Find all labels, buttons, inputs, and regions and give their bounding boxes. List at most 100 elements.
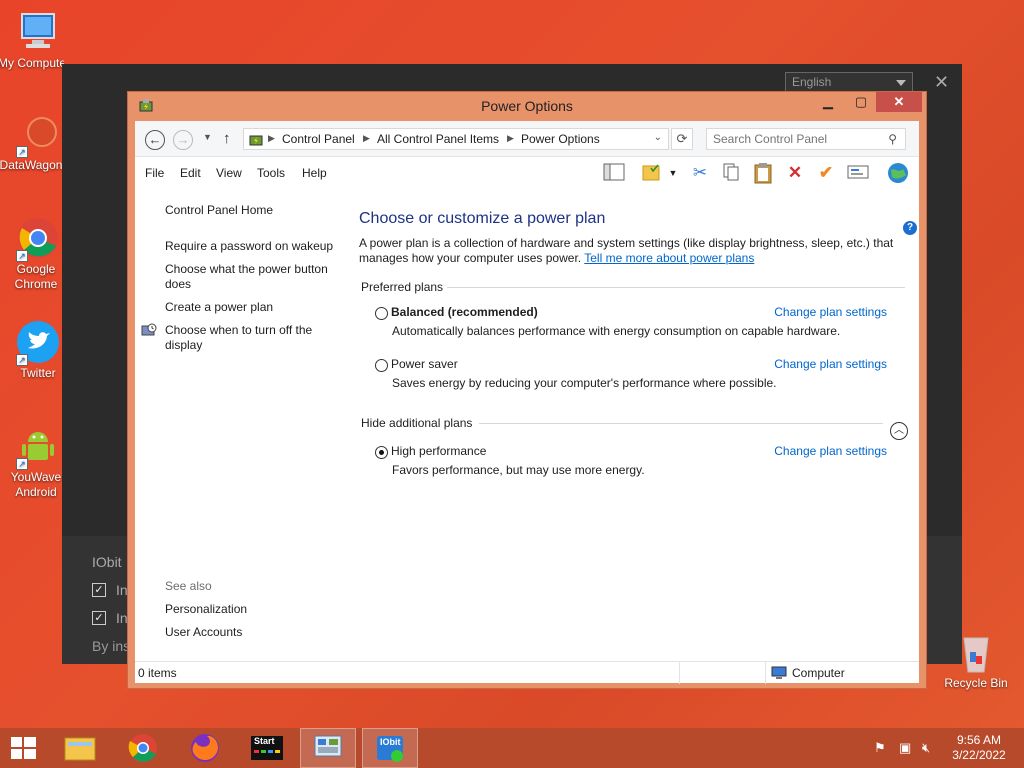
left-task-pane: Control Panel Home Require a password on… [135,189,345,659]
maximize-button[interactable]: ▢ [848,92,874,112]
desktop-icon-label: Google Chrome [14,262,58,291]
recent-locations-dropdown[interactable]: ▼ [203,132,212,142]
action-center-flag-icon[interactable]: ⚑ [874,740,886,756]
plan-desc-power-saver: Saves energy by reducing your computer's… [392,376,777,390]
divider [479,423,883,424]
clock-date: 3/22/2022 [952,748,1006,762]
delete-icon[interactable]: ✕ [783,162,807,184]
title-bar[interactable]: Power Options ▁ ▢ ✕ [128,92,926,120]
chevron-down-icon [896,80,906,86]
layout-pane-icon[interactable] [602,162,626,184]
taskbar-iobit[interactable]: IObit [362,728,418,768]
plan-name-balanced[interactable]: Balanced (recommended) [391,305,538,319]
close-button[interactable]: ✕ [876,92,922,112]
menu-view[interactable]: View [216,166,242,180]
learn-more-link[interactable]: Tell me more about power plans [584,251,754,265]
breadcrumb-all-items[interactable]: All Control Panel Items [377,132,499,146]
taskbar: Start IObit ⚑ ▣ 🔇︎ 9:56 AM 3/22/2022 [0,728,1024,768]
page-title: Choose or customize a power plan [359,210,606,227]
additional-plans-heading[interactable]: Hide additional plans [361,416,472,430]
taskbar-file-explorer[interactable] [52,728,108,768]
taskbar-clock[interactable]: 9:56 AM 3/22/2022 [944,733,1014,763]
create-power-plan-link[interactable]: Create a power plan [165,300,273,315]
item-count: 0 items [138,666,177,680]
navigation-bar: ← → ▼ ↑ ▶ Control Panel ▶ All Control Pa… [135,121,919,157]
breadcrumb-power-options[interactable]: Power Options [521,132,600,146]
check-icon[interactable]: ✔ [814,162,838,184]
properties-icon[interactable] [846,162,870,184]
android-icon: ↗ [16,424,60,470]
datawagon-icon: ↗ [16,112,60,158]
power-button-link[interactable]: Choose what the power button does [165,262,335,292]
chevron-down-icon[interactable]: ⌄ [654,132,662,143]
require-password-link[interactable]: Require a password on wakeup [165,239,333,254]
preferred-plans-heading: Preferred plans [361,280,444,294]
paste-icon[interactable] [751,162,775,184]
change-plan-settings-power-saver[interactable]: Change plan settings [774,357,887,371]
checkbox-2-label: In [116,610,128,626]
breadcrumb-separator-icon[interactable]: ▶ [268,133,275,144]
taskbar-chrome[interactable] [115,728,171,768]
iobit-section-title: IObit [92,554,122,570]
refresh-button[interactable]: ⟳ [671,128,693,150]
network-icon[interactable]: ▣ [899,740,911,756]
divider [765,662,766,684]
radio-balanced[interactable] [375,307,388,320]
plan-desc-balanced: Automatically balances performance with … [392,324,841,338]
control-panel-home-link[interactable]: Control Panel Home [165,203,273,218]
forward-button[interactable]: → [173,130,193,150]
shortcut-arrow-icon: ↗ [16,250,28,262]
menu-bar: File Edit View Tools Help ▼ ✂ ✕ ✔ [135,158,919,188]
control-panel-icon [248,132,264,148]
back-button[interactable]: ← [145,130,165,150]
desktop-icon-label: YouWave Android [10,470,62,499]
computer-small-icon [771,665,787,684]
collapse-chevron-icon[interactable]: ︿ [890,422,908,440]
language-select[interactable]: English [785,72,913,92]
breadcrumb-separator-icon[interactable]: ▶ [507,133,514,144]
main-content: Choose or customize a power plan A power… [359,189,909,659]
divider [447,287,905,288]
window-client-area: ← → ▼ ↑ ▶ Control Panel ▶ All Control Pa… [135,121,919,684]
checkbox-2[interactable]: ✓ [92,611,106,625]
personalization-link[interactable]: Personalization [165,602,247,617]
search-input[interactable] [713,129,883,149]
search-icon[interactable]: ⚲ [888,132,897,146]
copy-icon[interactable] [719,162,743,184]
close-icon[interactable]: ✕ [934,72,949,93]
minimize-button[interactable]: ▁ [815,92,841,112]
volume-muted-icon[interactable]: 🔇︎ [922,740,930,756]
plan-name-high-performance[interactable]: High performance [391,444,486,458]
radio-high-performance[interactable] [375,446,388,459]
menu-file[interactable]: File [145,166,164,180]
taskbar-start-app[interactable]: Start [240,728,296,768]
taskbar-control-panel[interactable] [300,728,356,768]
breadcrumb-separator-icon[interactable]: ▶ [363,133,370,144]
up-arrow-icon[interactable]: ↑ [223,130,231,147]
plan-name-power-saver[interactable]: Power saver [391,357,458,371]
address-bar[interactable]: ▶ Control Panel ▶ All Control Panel Item… [243,128,669,150]
desktop-icon-my-computer[interactable]: My Computer [0,10,78,71]
menu-help[interactable]: Help [302,166,327,180]
folder-check-icon[interactable] [639,162,663,184]
user-accounts-link[interactable]: User Accounts [165,625,242,640]
radio-power-saver[interactable] [375,359,388,372]
taskbar-firefox[interactable] [177,728,233,768]
globe-icon[interactable] [886,162,910,184]
language-value: English [792,75,832,89]
toolbar-dropdown-icon[interactable]: ▼ [665,162,681,184]
menu-tools[interactable]: Tools [257,166,285,180]
clock-time: 9:56 AM [956,733,1002,747]
start-button[interactable] [0,728,48,768]
search-box[interactable]: ⚲ [706,128,906,150]
breadcrumb-control-panel[interactable]: Control Panel [282,132,355,146]
power-options-window: Power Options ▁ ▢ ✕ ← → ▼ ↑ ▶ Control Pa… [127,91,927,689]
turn-off-display-link[interactable]: Choose when to turn off the display [165,323,330,353]
cut-icon[interactable]: ✂ [688,162,712,184]
change-plan-settings-high-performance[interactable]: Change plan settings [774,444,887,458]
iobit-label: IObit [380,737,401,747]
checkbox-1-label: In [116,582,128,598]
menu-edit[interactable]: Edit [180,166,201,180]
change-plan-settings-balanced[interactable]: Change plan settings [774,305,887,319]
checkbox-1[interactable]: ✓ [92,583,106,597]
